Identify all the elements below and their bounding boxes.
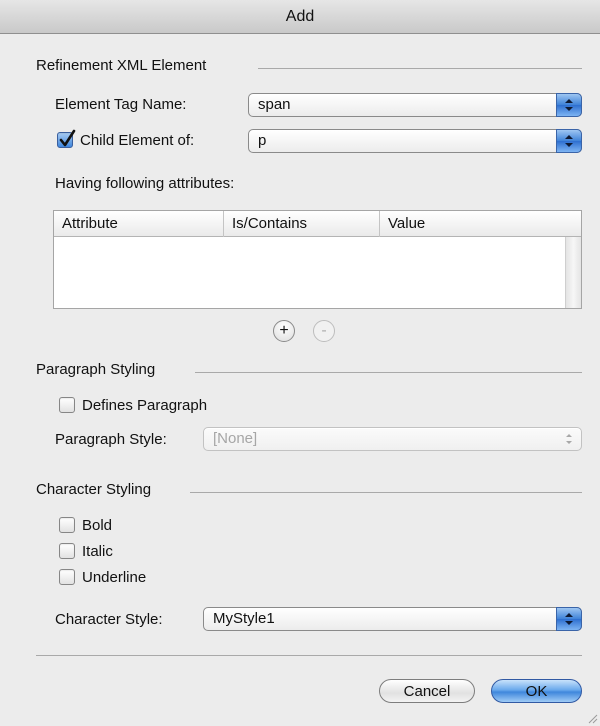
ok-label: OK — [525, 682, 548, 700]
tag-name-label: Element Tag Name: — [55, 96, 187, 113]
italic-checkbox[interactable] — [59, 543, 75, 559]
refinement-section-title: Refinement XML Element — [36, 57, 207, 74]
character-style-popup[interactable]: MyStyle1 — [203, 607, 582, 631]
refinement-divider — [258, 68, 582, 69]
column-header-attribute[interactable]: Attribute — [54, 211, 224, 237]
defines-paragraph-checkbox[interactable] — [59, 397, 75, 413]
underline-label: Underline — [82, 569, 147, 586]
checkmark-icon — [59, 129, 76, 147]
character-style-label: Character Style: — [55, 611, 163, 628]
paragraph-style-value: [None] — [213, 430, 258, 447]
dialog-body: Refinement XML Element Element Tag Name:… — [0, 34, 600, 726]
attributes-table[interactable]: Attribute Is/Contains Value — [53, 210, 582, 309]
window-title: Add — [285, 7, 315, 25]
paragraph-style-popup[interactable]: [None] — [203, 427, 582, 451]
updown-arrows-icon — [556, 93, 582, 117]
updown-arrows-icon — [556, 129, 582, 153]
tag-name-popup[interactable]: span — [248, 93, 582, 117]
cancel-label: Cancel — [403, 682, 451, 700]
add-attribute-button[interactable]: + — [273, 320, 295, 342]
paragraph-section-title: Paragraph Styling — [36, 361, 156, 378]
remove-attribute-label: - — [321, 322, 327, 339]
updown-arrows-icon — [556, 607, 582, 631]
footer-divider — [36, 655, 582, 656]
paragraph-style-label: Paragraph Style: — [55, 431, 167, 448]
column-header-is-contains[interactable]: Is/Contains — [224, 211, 380, 237]
table-header: Attribute Is/Contains Value — [54, 211, 581, 237]
character-style-value: MyStyle1 — [213, 610, 275, 627]
child-element-popup[interactable]: p — [248, 129, 582, 153]
resize-grip-icon[interactable] — [586, 712, 598, 724]
attributes-label: Having following attributes: — [55, 175, 235, 192]
underline-checkbox[interactable] — [59, 569, 75, 585]
add-attribute-label: + — [279, 322, 289, 339]
updown-arrows-icon — [556, 427, 582, 451]
child-element-label: Child Element of: — [80, 132, 195, 149]
tag-name-value: span — [258, 96, 291, 113]
column-header-value[interactable]: Value — [380, 211, 565, 237]
child-element-checkbox[interactable] — [57, 129, 76, 148]
ok-button[interactable]: OK — [491, 679, 582, 703]
remove-attribute-button[interactable]: - — [313, 320, 335, 342]
table-scrollbar[interactable] — [565, 237, 581, 308]
character-divider — [190, 492, 582, 493]
italic-label: Italic — [82, 543, 113, 560]
bold-label: Bold — [82, 517, 113, 534]
cancel-button[interactable]: Cancel — [379, 679, 475, 703]
child-element-value: p — [258, 132, 267, 149]
title-bar: Add — [0, 0, 600, 34]
defines-paragraph-label: Defines Paragraph — [82, 397, 208, 414]
character-section-title: Character Styling — [36, 481, 152, 498]
bold-checkbox[interactable] — [59, 517, 75, 533]
paragraph-divider — [195, 372, 582, 373]
